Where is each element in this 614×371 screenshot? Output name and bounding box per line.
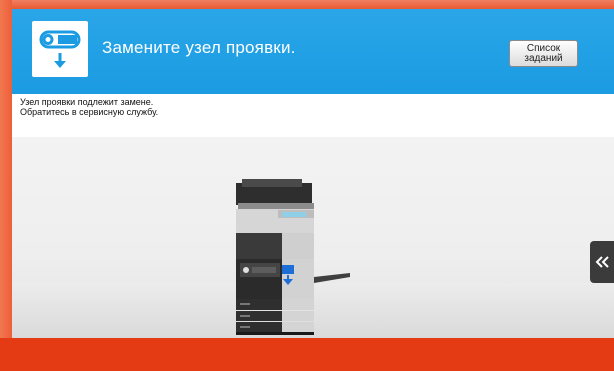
job-list-button[interactable]: Список заданий	[509, 40, 578, 67]
page-title: Замените узел проявки.	[102, 38, 296, 57]
alert-border-top	[0, 0, 614, 9]
developing-unit-replace-icon	[32, 21, 88, 77]
alert-border-bottom	[0, 338, 614, 371]
double-chevron-left-icon	[595, 256, 609, 268]
message-panel: Узел проявки подлежит замене. Обратитесь…	[12, 94, 614, 137]
side-panel-toggle[interactable]	[590, 241, 614, 283]
illustration-area	[12, 137, 614, 338]
job-list-button-label-2: заданий	[524, 53, 563, 64]
alert-header: Замените узел проявки. Список заданий	[12, 9, 614, 94]
screen-frame: Замените узел проявки. Список заданий Уз…	[0, 0, 614, 371]
alert-border-left	[0, 0, 12, 371]
mfp-printer-illustration	[232, 177, 372, 342]
message-line-2: Обратитесь в сервисную службу.	[20, 107, 159, 117]
message-line-1: Узел проявки подлежит замене.	[20, 97, 154, 107]
